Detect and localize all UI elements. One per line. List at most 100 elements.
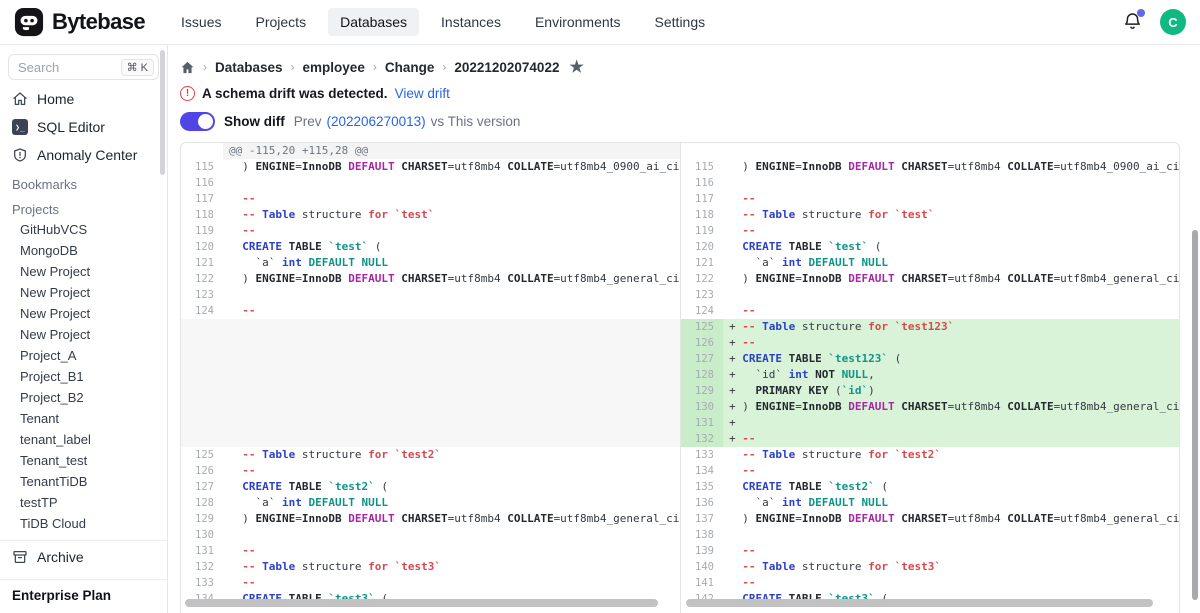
nav-item-environments[interactable]: Environments (523, 8, 633, 36)
line-number (181, 319, 223, 335)
line-number: 140 (681, 559, 723, 575)
plan-label: Enterprise Plan (0, 579, 167, 613)
breadcrumb-separator: › (203, 60, 207, 74)
user-avatar[interactable]: C (1160, 9, 1186, 35)
sidebar-project-item[interactable]: New Project (0, 282, 167, 303)
diff-line: 127 CREATE TABLE `test2` ( (181, 479, 680, 495)
code-line: `a` int DEFAULT NULL (723, 495, 1179, 511)
breadcrumb-home-icon[interactable] (180, 60, 195, 75)
notifications-bell-icon[interactable] (1122, 11, 1144, 33)
sidebar-item-sql-editor[interactable]: ❯_ SQL Editor (0, 113, 167, 141)
search-input[interactable]: Search ⌘ K (8, 54, 159, 80)
line-number: 131 (181, 543, 223, 559)
line-number: 118 (181, 207, 223, 223)
code-line: -- Table structure for `test2` (223, 447, 680, 463)
code-line: `a` int DEFAULT NULL (223, 255, 680, 271)
diff-line: 132 -- Table structure for `test3` (181, 559, 680, 575)
line-number: 139 (681, 543, 723, 559)
breadcrumb-item-version[interactable]: 20221202074022 (454, 60, 559, 75)
main-content: › Databases › employee › Change › 202212… (168, 45, 1200, 613)
nav-item-databases[interactable]: Databases (328, 8, 419, 36)
code-line: + -- Table structure for `test123` (723, 319, 1179, 335)
line-number: 130 (181, 527, 223, 543)
sidebar-item-home[interactable]: Home (0, 85, 167, 113)
sidebar-project-item[interactable]: Project_A (0, 345, 167, 366)
prev-version-link[interactable]: (202206270013) (327, 114, 426, 129)
diff-line: 116 (181, 175, 680, 191)
sidebar-project-item[interactable]: tenant_label (0, 429, 167, 450)
sidebar-project-item[interactable]: Project_B2 (0, 387, 167, 408)
diff-gap-row (181, 399, 680, 415)
code-line: ) ENGINE=InnoDB DEFAULT CHARSET=utf8mb4 … (723, 159, 1179, 175)
sidebar-project-item[interactable]: TiDB Cloud (0, 513, 167, 534)
breadcrumb-item-databases[interactable]: Databases (215, 60, 283, 75)
sidebar-project-item[interactable]: Project_B1 (0, 366, 167, 387)
diff-right-horizontal-scrollbar[interactable] (686, 599, 1153, 607)
line-number: 125 (681, 319, 723, 335)
line-number: 128 (681, 367, 723, 383)
diff-gap-row (181, 431, 680, 447)
diff-line: 137 ) ENGINE=InnoDB DEFAULT CHARSET=utf8… (681, 511, 1179, 527)
code-line (223, 175, 680, 191)
bookmark-star-icon[interactable]: ★ (569, 57, 583, 77)
sidebar-project-item[interactable]: Tenant (0, 408, 167, 429)
archive-box-icon (12, 549, 28, 565)
diff-line: 123 (181, 287, 680, 303)
code-line (223, 527, 680, 543)
diff-line: 136 `a` int DEFAULT NULL (681, 495, 1179, 511)
diff-pane-right[interactable]: 115 ) ENGINE=InnoDB DEFAULT CHARSET=utf8… (680, 143, 1179, 613)
diff-pane-left[interactable]: @@ -115,20 +115,28 @@115 ) ENGINE=InnoDB… (181, 143, 680, 613)
breadcrumb-separator: › (442, 60, 446, 74)
code-line (223, 415, 680, 431)
sidebar-item-anomaly-center[interactable]: Anomaly Center (0, 141, 167, 169)
line-number: 129 (181, 511, 223, 527)
line-number: 117 (681, 191, 723, 207)
sidebar-project-item[interactable]: New Project (0, 303, 167, 324)
diff-gap-row (181, 335, 680, 351)
nav-item-projects[interactable]: Projects (244, 8, 319, 36)
code-line (723, 527, 1179, 543)
line-number: 138 (681, 527, 723, 543)
nav-item-issues[interactable]: Issues (169, 8, 233, 36)
line-number: 115 (181, 159, 223, 175)
code-line: ) ENGINE=InnoDB DEFAULT CHARSET=utf8mb4 … (723, 271, 1179, 287)
sidebar-project-item[interactable]: testTP (0, 492, 167, 513)
sidebar-scrollbar[interactable] (160, 50, 165, 175)
sidebar-section-bookmarks[interactable]: Bookmarks (0, 169, 167, 194)
nav-item-instances[interactable]: Instances (429, 8, 513, 36)
line-number (681, 143, 723, 159)
code-line: `a` int DEFAULT NULL (723, 255, 1179, 271)
diff-line: 117 -- (181, 191, 680, 207)
toggle-knob (198, 114, 213, 129)
code-line: -- (223, 303, 680, 319)
breadcrumb-item-employee[interactable]: employee (303, 60, 365, 75)
view-drift-link[interactable]: View drift (395, 86, 450, 101)
page-scrollbar[interactable] (1192, 230, 1198, 600)
main-nav: Issues Projects Databases Instances Envi… (169, 8, 717, 36)
sidebar-project-item[interactable]: Tenant_test (0, 450, 167, 471)
sidebar-project-item[interactable]: TenantTiDB (0, 471, 167, 492)
code-line: -- (723, 303, 1179, 319)
show-diff-toggle[interactable] (180, 112, 215, 131)
breadcrumb-item-change[interactable]: Change (385, 60, 435, 75)
line-number: 133 (181, 575, 223, 591)
code-line: -- (723, 543, 1179, 559)
sidebar-project-item[interactable]: New Project (0, 324, 167, 345)
line-number: 132 (681, 431, 723, 447)
code-line: -- (223, 191, 680, 207)
brand-name: Bytebase (52, 9, 145, 35)
line-number: 119 (181, 223, 223, 239)
sidebar-project-item[interactable]: MongoDB (0, 240, 167, 261)
nav-item-settings[interactable]: Settings (643, 8, 718, 36)
line-number: 120 (181, 239, 223, 255)
diff-line: 118 -- Table structure for `test` (181, 207, 680, 223)
line-number: 134 (681, 463, 723, 479)
sidebar-item-archive[interactable]: Archive (0, 540, 167, 573)
sidebar-project-item[interactable]: New Project (0, 261, 167, 282)
code-line: -- Table structure for `test3` (723, 559, 1179, 575)
bytebase-logo[interactable]: Bytebase (14, 7, 145, 37)
diff-left-horizontal-scrollbar[interactable] (185, 599, 658, 607)
sidebar-section-projects[interactable]: Projects (0, 194, 167, 219)
code-line: -- Table structure for `test3` (223, 559, 680, 575)
sidebar-project-item[interactable]: GitHubVCS (0, 219, 167, 240)
